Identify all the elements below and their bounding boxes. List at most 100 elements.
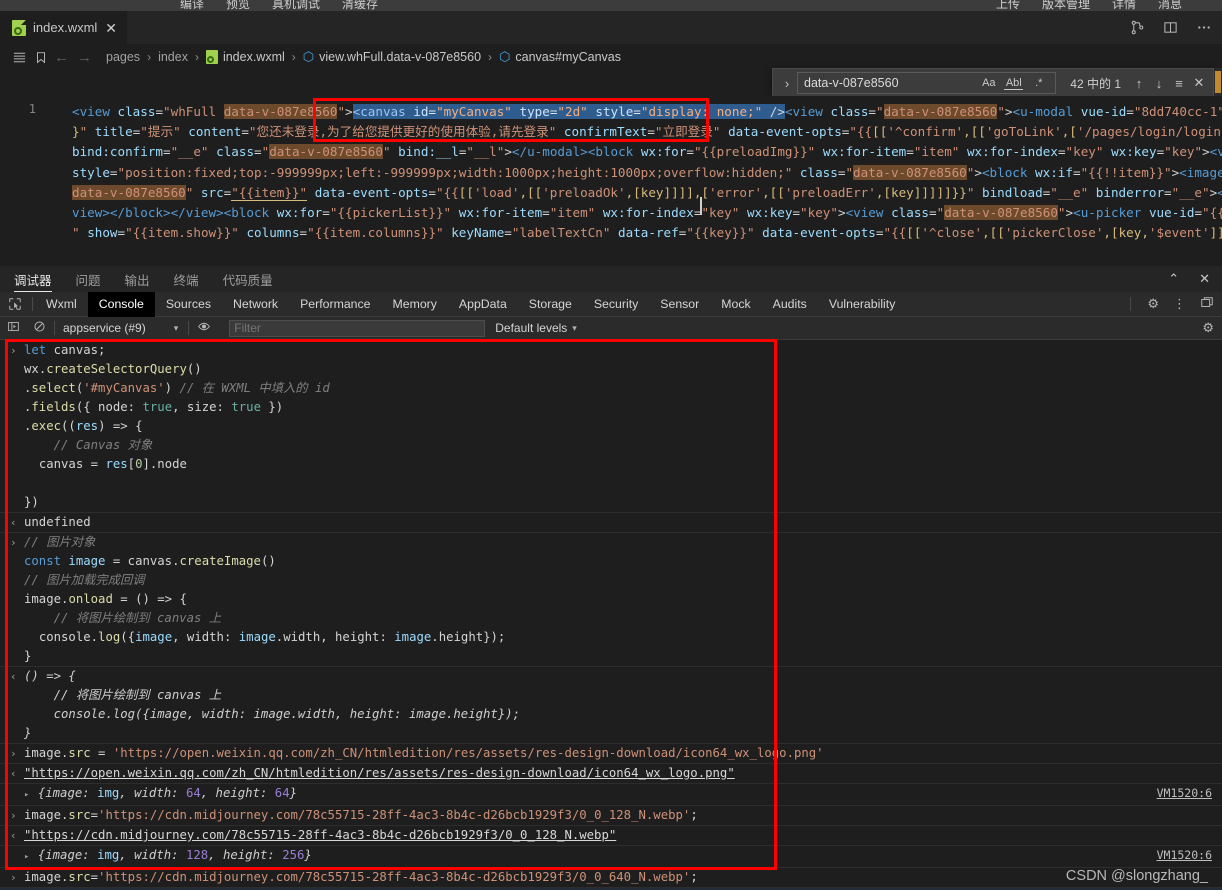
- find-close-button[interactable]: ✕: [1189, 75, 1209, 91]
- menu-item-preview[interactable]: 预览: [226, 0, 250, 11]
- chevron-down-icon: ▾: [173, 322, 179, 333]
- console-row-gutter-icon: ‹: [10, 767, 17, 780]
- settings-gear-icon[interactable]: ⚙: [1147, 296, 1159, 312]
- whole-word-icon[interactable]: Abl: [1004, 77, 1024, 90]
- clear-console-icon[interactable]: [26, 320, 52, 336]
- console-row-gutter-icon: ›: [10, 344, 17, 357]
- tab-index-wxml[interactable]: index.wxml ✕: [0, 11, 129, 44]
- find-widget: › Aa Abl .* 42 中的 1 ↑ ↓ ≡ ✕: [772, 68, 1214, 98]
- regex-icon[interactable]: .*: [1029, 77, 1048, 89]
- console-eye-icon[interactable]: [191, 320, 217, 336]
- more-icon[interactable]: [1196, 20, 1212, 35]
- inspect-element-icon[interactable]: [0, 297, 30, 311]
- console-row-content: ▸ {image: img, width: 128, height: 256}: [24, 848, 312, 862]
- menu-item-compile[interactable]: 编译: [180, 0, 204, 11]
- console-filter-input[interactable]: [229, 319, 486, 337]
- console-row-content: "https://cdn.midjourney.com/78c55715-28f…: [24, 828, 617, 842]
- find-next-button[interactable]: ↓: [1149, 76, 1169, 91]
- console-row-gutter-icon: ›: [10, 809, 17, 822]
- tab-audits[interactable]: Audits: [762, 292, 818, 317]
- tab-sensor[interactable]: Sensor: [649, 292, 710, 317]
- close-icon[interactable]: ✕: [105, 21, 117, 35]
- console-row[interactable]: › image.src='https://cdn.midjourney.com/7…: [0, 806, 1222, 826]
- console-row[interactable]: › image.src = 'https://open.weixin.qq.com…: [0, 744, 1222, 764]
- split-compare-icon[interactable]: [1130, 20, 1145, 35]
- split-editor-icon[interactable]: [1163, 20, 1178, 35]
- panel-tab-debugger[interactable]: 调试器: [14, 266, 52, 292]
- breadcrumb: ← → pages › index › index.wxml › ⬡ view.…: [0, 44, 1222, 70]
- menu-item-clear-cache[interactable]: 清缓存: [342, 0, 378, 11]
- console-row-content: ▸ {image: img, width: 64, height: 64}: [24, 786, 298, 800]
- breadcrumb-item-canvas-node[interactable]: canvas#myCanvas: [515, 50, 621, 64]
- tab-mock[interactable]: Mock: [710, 292, 761, 317]
- console-row[interactable]: › image.src='https://cdn.midjourney.com/7…: [0, 868, 1222, 888]
- nav-back-icon[interactable]: ←: [54, 49, 69, 66]
- menu-item-details[interactable]: 详情: [1112, 0, 1136, 11]
- console-toolbar: appservice (#9) ▾ Default levels ▾ ⚙: [0, 317, 1222, 340]
- panel-collapse-icon[interactable]: ⌃: [1168, 271, 1179, 287]
- console-row[interactable]: ‹ "https://open.weixin.qq.com/zh_CN/htmle…: [0, 764, 1222, 784]
- wechat-devtools-window: 编译 预览 真机调试 清缓存 上传 版本管理 详情 消息 index.wxml …: [0, 0, 1222, 890]
- editor-scrollbar[interactable]: [1214, 68, 1222, 98]
- console-row-gutter-icon: ›: [10, 871, 17, 884]
- console-row[interactable]: ‹ "https://cdn.midjourney.com/78c55715-28…: [0, 826, 1222, 846]
- match-case-icon[interactable]: Aa: [979, 77, 998, 89]
- execution-context-icon[interactable]: [0, 320, 26, 336]
- find-input[interactable]: [802, 75, 977, 91]
- console-row[interactable]: › let canvas; wx.createSelectorQuery() .s…: [0, 341, 1222, 513]
- menu-item-version-control[interactable]: 版本管理: [1042, 0, 1090, 11]
- console-source-link[interactable]: VM1520:6: [1157, 784, 1212, 803]
- console-row-content: "https://open.weixin.qq.com/zh_CN/htmled…: [24, 766, 735, 780]
- dock-panel-icon[interactable]: [1200, 296, 1214, 313]
- panel-header: 调试器 问题 输出 终端 代码质量 ⌃ ✕: [0, 266, 1222, 292]
- console-row[interactable]: › // 图片对象 const image = canvas.createImag…: [0, 533, 1222, 667]
- console-output[interactable]: › let canvas; wx.createSelectorQuery() .s…: [0, 341, 1222, 890]
- bookmark-icon[interactable]: [30, 50, 52, 65]
- toggle-replace-icon[interactable]: ›: [777, 76, 797, 91]
- console-row[interactable]: ‹ undefined: [0, 513, 1222, 533]
- menu-item-upload[interactable]: 上传: [996, 0, 1020, 11]
- find-select-all-button[interactable]: ≡: [1169, 76, 1189, 91]
- console-context-select[interactable]: appservice (#9) ▾: [63, 321, 178, 335]
- top-menu-bar: 编译 预览 真机调试 清缓存 上传 版本管理 详情 消息: [0, 0, 1222, 11]
- console-row[interactable]: ▸ {image: img, width: 64, height: 64} VM1…: [0, 784, 1222, 806]
- breadcrumb-item-file[interactable]: index.wxml: [223, 50, 285, 64]
- more-vertical-icon[interactable]: ⋮: [1173, 296, 1186, 312]
- tab-security[interactable]: Security: [583, 292, 649, 317]
- tab-network[interactable]: Network: [222, 292, 289, 317]
- nav-forward-icon[interactable]: →: [77, 49, 92, 66]
- console-row[interactable]: ‹ () => { // 将图片绘制到 canvas 上 console.log(…: [0, 667, 1222, 744]
- tab-console[interactable]: Console: [87, 291, 155, 317]
- console-row[interactable]: ▸ {image: img, width: 128, height: 256} V…: [0, 846, 1222, 868]
- tab-sources[interactable]: Sources: [155, 292, 222, 317]
- panel-close-icon[interactable]: ✕: [1199, 271, 1210, 287]
- tab-vulnerability[interactable]: Vulnerability: [818, 292, 907, 317]
- panel-tab-terminal[interactable]: 终端: [174, 266, 199, 292]
- panel-tab-output[interactable]: 输出: [125, 266, 150, 292]
- breadcrumb-item-index[interactable]: index: [158, 50, 188, 64]
- tab-memory[interactable]: Memory: [382, 292, 448, 317]
- tab-performance[interactable]: Performance: [289, 292, 381, 317]
- code-content[interactable]: <view class="whFull data-v-087e8560"><ca…: [72, 102, 1222, 243]
- tab-wxml[interactable]: Wxml: [35, 292, 88, 317]
- node-cube-icon: ⬡: [302, 49, 315, 64]
- panel-tab-code-quality[interactable]: 代码质量: [223, 266, 273, 292]
- outline-list-icon[interactable]: [8, 50, 30, 65]
- panel-tab-problems[interactable]: 问题: [76, 266, 101, 292]
- menu-item-messages[interactable]: 消息: [1158, 0, 1182, 11]
- breadcrumb-item-view-node[interactable]: view.whFull.data-v-087e8560: [319, 50, 481, 64]
- tab-appdata[interactable]: AppData: [448, 292, 518, 317]
- console-source-link[interactable]: VM1520:6: [1157, 846, 1212, 865]
- tab-storage[interactable]: Storage: [518, 292, 583, 317]
- menu-item-real-device-debug[interactable]: 真机调试: [272, 0, 320, 11]
- console-row-gutter-icon: ‹: [10, 670, 17, 683]
- breadcrumb-item-pages[interactable]: pages: [106, 50, 140, 64]
- breadcrumb-separator: ›: [194, 50, 199, 64]
- code-editor[interactable]: 1 <view class="whFull data-v-087e8560"><…: [0, 96, 1222, 266]
- console-levels-select[interactable]: Default levels ▾: [495, 321, 577, 335]
- console-row-gutter-icon: ›: [10, 747, 17, 760]
- find-previous-button[interactable]: ↑: [1129, 76, 1149, 91]
- console-settings-gear-icon[interactable]: ⚙: [1202, 320, 1214, 336]
- top-menu-right-group: 上传 版本管理 详情 消息: [996, 0, 1204, 11]
- tab-bar-actions: [1130, 11, 1212, 44]
